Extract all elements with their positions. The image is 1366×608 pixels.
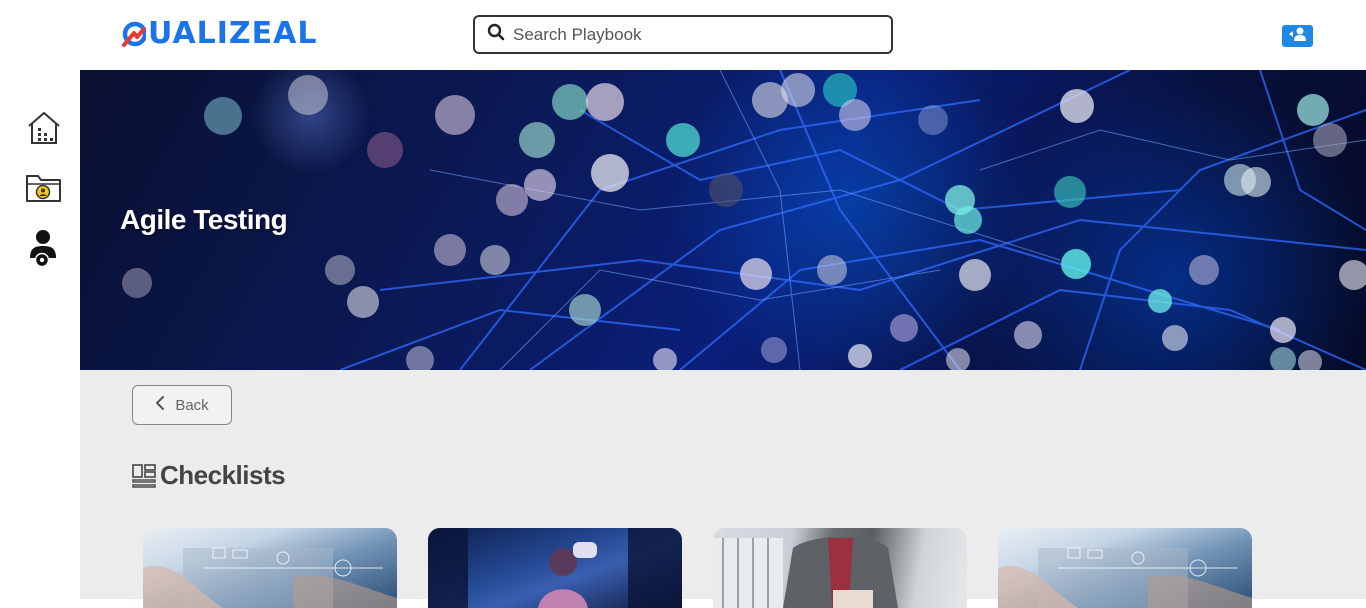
page-title: Agile Testing <box>120 204 288 235</box>
user-gear-icon[interactable] <box>24 228 64 268</box>
sidebar <box>0 70 80 599</box>
user-switch-icon <box>1288 27 1308 46</box>
checklist-card-4[interactable] <box>998 528 1252 608</box>
search-icon <box>487 23 505 46</box>
layout-icon <box>132 463 156 488</box>
card-image-2 <box>428 528 682 608</box>
search-input[interactable] <box>513 24 873 45</box>
checklist-card-2[interactable] <box>428 528 682 608</box>
top-bar: UALIZEAL <box>0 0 1366 70</box>
back-label: Back <box>175 396 209 414</box>
card-image-3 <box>713 536 898 608</box>
section-title: Checklists <box>160 460 286 490</box>
main-content: Back Checklists <box>80 370 1366 608</box>
user-switch-button[interactable] <box>1282 25 1313 47</box>
qualizeal-logo[interactable]: UALIZEAL <box>122 14 318 54</box>
card-image-4 <box>998 547 1252 608</box>
chevron-left-icon <box>155 396 165 414</box>
folder-user-icon[interactable] <box>24 168 64 208</box>
checklist-card-3[interactable] <box>713 528 967 608</box>
back-button[interactable]: Back <box>132 385 232 425</box>
checklists-heading: Checklists <box>132 460 286 491</box>
logo-mark-icon <box>122 19 148 49</box>
hero-banner: Agile Testing <box>80 70 1366 370</box>
checklist-card-1[interactable] <box>143 528 397 608</box>
building-icon[interactable] <box>24 108 64 148</box>
logo-text: UALIZEAL <box>148 16 318 51</box>
search-box[interactable] <box>473 15 893 54</box>
card-image-1 <box>143 547 397 608</box>
